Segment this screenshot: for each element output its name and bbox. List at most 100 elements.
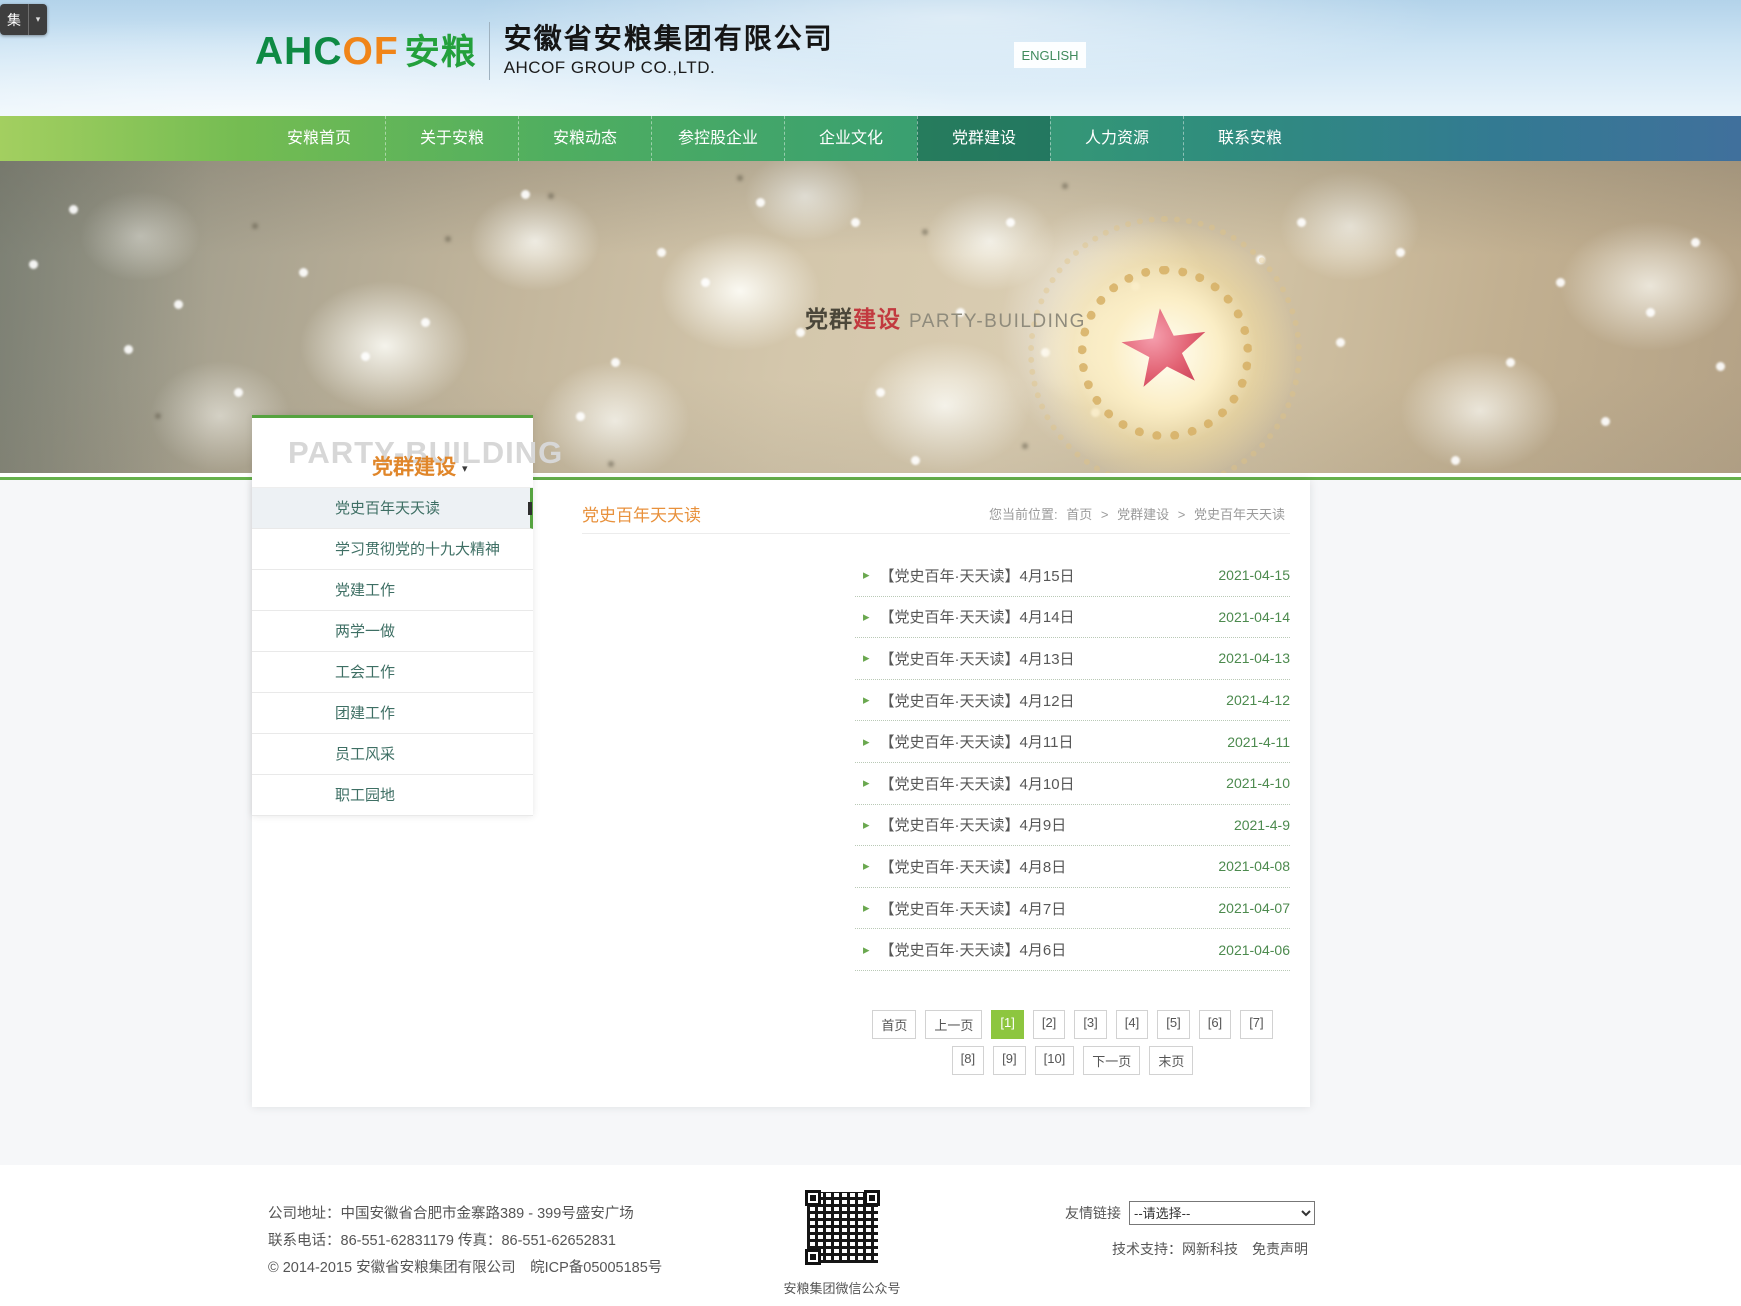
pagination-first[interactable]: 首页 [872,1010,916,1039]
friend-links-select[interactable]: --请选择-- [1129,1201,1315,1225]
qr-finder-pattern [805,1249,821,1265]
nav-item-news[interactable]: 安粮动态 [518,116,651,161]
breadcrumb-home-link[interactable]: 首页 [1066,507,1092,522]
sidebar-title: 党群建设 [372,451,456,481]
support-label: 技术支持： [1112,1241,1182,1257]
pagination-last[interactable]: 末页 [1149,1046,1193,1075]
sidebar-title-toggle[interactable]: 党群建设 ▾ [372,451,468,481]
collect-overlay-button[interactable]: 集 ▾ [0,4,47,35]
pagination-prev[interactable]: 上一页 [925,1010,982,1039]
breadcrumb-current: 党史百年天天读 [1194,507,1285,522]
pagination-row-1: 首页 上一页 [1] [2] [3] [4] [5] [6] [7] [872,1010,1272,1039]
bullet-arrow-icon: ▸ [863,567,870,583]
article-date: 2021-4-9 [1234,817,1290,833]
article-date: 2021-04-07 [1218,900,1290,916]
sidebar-item-daily-reading[interactable]: 党史百年天天读 [252,488,533,529]
banner-title-zh-red: 建设 [853,300,901,334]
pagination-page-2[interactable]: [2] [1033,1010,1065,1039]
pagination-page-6[interactable]: [6] [1199,1010,1231,1039]
bullet-arrow-icon: ▸ [863,942,870,958]
bullet-arrow-icon: ▸ [863,900,870,916]
article-date: 2021-04-06 [1218,942,1290,958]
sidebar-menu: 党史百年天天读 学习贯彻党的十九大精神 党建工作 两学一做 工会工作 团建工作 … [252,488,533,816]
sidebar-item-party-work[interactable]: 党建工作 [252,570,533,611]
chevron-down-icon: ▾ [462,462,468,475]
site-logo[interactable]: AHCOF安粮 安徽省安粮集团有限公司 AHCOF GROUP CO.,LTD. [255,22,834,80]
bullet-arrow-icon: ▸ [863,609,870,625]
pagination-page-7[interactable]: [7] [1240,1010,1272,1039]
pagination-page-3[interactable]: [3] [1074,1010,1106,1039]
sidebar-item-staff-garden[interactable]: 职工园地 [252,775,533,816]
support-line: 技术支持：网新科技免责声明 [1065,1239,1308,1259]
article-link[interactable]: 【党史百年·天天读】4月13日 [880,648,1219,669]
article-link[interactable]: 【党史百年·天天读】4月12日 [880,690,1227,711]
pagination-next[interactable]: 下一页 [1083,1046,1140,1075]
pagination-page-8[interactable]: [8] [952,1046,984,1075]
sidebar-item-staff-style[interactable]: 员工风采 [252,734,533,775]
article-date: 2021-4-12 [1226,692,1290,708]
page-title: 党史百年天天读 [582,501,701,526]
nav-item-home[interactable]: 安粮首页 [253,116,385,161]
qr-caption: 安粮集团微信公众号 [772,1278,912,1297]
nav-item-about[interactable]: 关于安粮 [385,116,518,161]
page-root: 集 ▾ AHCOF安粮 安徽省安粮集团有限公司 AHCOF GROUP CO.,… [0,0,1741,1306]
nav-item-subsidiaries[interactable]: 参控股企业 [651,116,784,161]
breadcrumb: 您当前位置: 首页 > 党群建设 > 党史百年天天读 [989,504,1290,523]
site-header: AHCOF安粮 安徽省安粮集团有限公司 AHCOF GROUP CO.,LTD.… [0,0,1741,116]
article-row: ▸ 【党史百年·天天读】4月9日 2021-4-9 [855,805,1290,847]
pagination-page-1[interactable]: [1] [991,1010,1023,1039]
sidebar-item-league-work[interactable]: 团建工作 [252,693,533,734]
article-link[interactable]: 【党史百年·天天读】4月9日 [880,814,1234,835]
article-link[interactable]: 【党史百年·天天读】4月6日 [880,939,1219,960]
bullet-arrow-icon: ▸ [863,734,870,750]
disclaimer-link[interactable]: 免责声明 [1252,1241,1308,1257]
logo-divider [489,22,490,80]
nav-item-contact[interactable]: 联系安粮 [1183,116,1316,161]
article-link[interactable]: 【党史百年·天天读】4月7日 [880,898,1219,919]
pagination-page-4[interactable]: [4] [1116,1010,1148,1039]
breadcrumb-section-link[interactable]: 党群建设 [1117,507,1169,522]
qr-finder-pattern [864,1190,880,1206]
english-language-button[interactable]: ENGLISH [1014,42,1086,68]
pagination-page-10[interactable]: [10] [1035,1046,1075,1075]
article-row: ▸ 【党史百年·天天读】4月8日 2021-04-08 [855,846,1290,888]
logo-green-part: AHC [255,30,343,73]
article-link[interactable]: 【党史百年·天天读】4月10日 [880,773,1227,794]
nav-item-culture[interactable]: 企业文化 [784,116,917,161]
company-names: 安徽省安粮集团有限公司 AHCOF GROUP CO.,LTD. [504,24,834,78]
sidebar: PARTY-BUILDING 党群建设 ▾ 党史百年天天读 学习贯彻党的十九大精… [252,415,533,816]
company-name-en: AHCOF GROUP CO.,LTD. [504,58,834,78]
collect-overlay-dropdown-icon[interactable]: ▾ [28,4,47,35]
nav-item-party-building[interactable]: 党群建设 [917,116,1050,161]
sidebar-item-19th-congress-spirit[interactable]: 学习贯彻党的十九大精神 [252,529,533,570]
article-date: 2021-04-13 [1218,650,1290,666]
banner-title-zh: 党群 [805,300,853,334]
nav-item-hr[interactable]: 人力资源 [1050,116,1183,161]
support-vendor-link[interactable]: 网新科技 [1182,1241,1238,1257]
article-date: 2021-04-14 [1218,609,1290,625]
sidebar-item-two-studies[interactable]: 两学一做 [252,611,533,652]
footer-address: 公司地址：中国安徽省合肥市金寨路389 - 399号盛安广场 [268,1201,662,1228]
article-date: 2021-04-15 [1218,567,1290,583]
sidebar-item-union-work[interactable]: 工会工作 [252,652,533,693]
friend-links: 友情链接 --请选择-- [1065,1201,1315,1225]
pagination-page-9[interactable]: [9] [993,1046,1025,1075]
sidebar-header: PARTY-BUILDING 党群建设 ▾ [252,418,533,488]
article-link[interactable]: 【党史百年·天天读】4月8日 [880,856,1219,877]
article-row: ▸ 【党史百年·天天读】4月10日 2021-4-10 [855,763,1290,805]
article-link[interactable]: 【党史百年·天天读】4月11日 [880,731,1228,752]
article-row: ▸ 【党史百年·天天读】4月14日 2021-04-14 [855,597,1290,639]
breadcrumb-separator: > [1101,507,1109,522]
article-link[interactable]: 【党史百年·天天读】4月15日 [880,565,1219,586]
logo-orange-part: OF [343,30,399,73]
article-row: ▸ 【党史百年·天天读】4月11日 2021-4-11 [855,721,1290,763]
pagination-page-5[interactable]: [5] [1157,1010,1189,1039]
pagination: 首页 上一页 [1] [2] [3] [4] [5] [6] [7] [8] [… [855,1010,1290,1075]
main-navigation: 安粮首页 关于安粮 安粮动态 参控股企业 企业文化 党群建设 人力资源 联系安粮 [0,116,1741,161]
article-date: 2021-4-11 [1227,734,1290,750]
page-footer: 公司地址：中国安徽省合肥市金寨路389 - 399号盛安广场 联系电话：86-5… [0,1165,1741,1306]
collect-overlay-label: 集 [0,10,28,30]
article-link[interactable]: 【党史百年·天天读】4月14日 [880,606,1219,627]
logo-chinese-part: 安粮 [405,33,477,72]
article-row: ▸ 【党史百年·天天读】4月13日 2021-04-13 [855,638,1290,680]
